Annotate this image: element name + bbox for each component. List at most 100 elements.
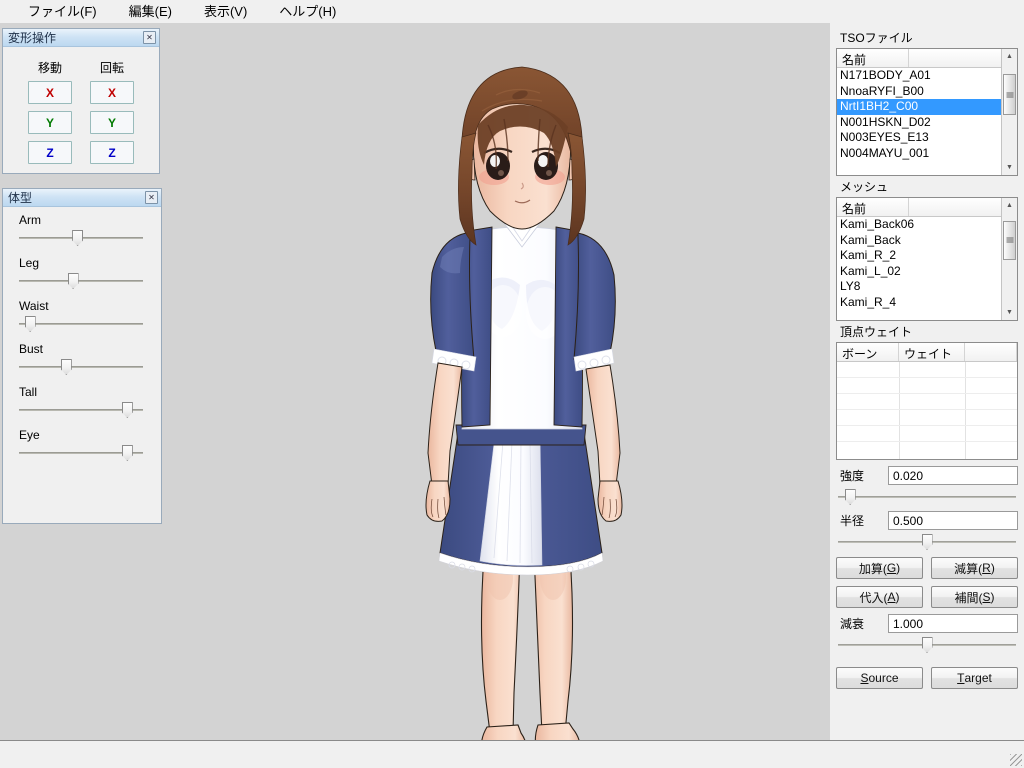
menu-edit[interactable]: 編集(E) bbox=[123, 2, 178, 21]
weight-col-extra bbox=[965, 343, 1017, 361]
body-slider-arm: Arm bbox=[19, 213, 155, 246]
strength-slider[interactable] bbox=[838, 489, 1016, 505]
list-item[interactable]: N003EYES_E13 bbox=[837, 130, 1001, 146]
weight-table-body bbox=[837, 362, 1017, 459]
body-panel-body: Arm Leg Waist Bust Tall Eye bbox=[3, 207, 161, 477]
target-button[interactable]: Target bbox=[931, 667, 1018, 689]
scroll-up-icon[interactable]: ▲ bbox=[1002, 198, 1017, 213]
body-slider-track[interactable] bbox=[19, 230, 143, 246]
tso-col-name: 名前 bbox=[837, 49, 909, 67]
weight-table-header: ボーン ウェイト bbox=[837, 343, 1017, 362]
menu-file[interactable]: ファイル(F) bbox=[22, 2, 103, 21]
slider-thumb[interactable] bbox=[844, 489, 856, 505]
slider-thumb[interactable] bbox=[921, 534, 933, 550]
scrollbar-thumb[interactable] bbox=[1003, 74, 1016, 116]
menu-help[interactable]: ヘルプ(H) bbox=[273, 2, 342, 21]
body-slider-label: Arm bbox=[19, 213, 41, 227]
list-item[interactable]: N171BODY_A01 bbox=[837, 68, 1001, 84]
weight-col-weight: ウェイト bbox=[899, 343, 965, 361]
scroll-up-icon[interactable]: ▲ bbox=[1002, 49, 1017, 64]
body-type-panel: 体型 ✕ Arm Leg Waist Bust Tall Eye bbox=[2, 188, 162, 524]
menu-view[interactable]: 表示(V) bbox=[198, 2, 253, 21]
mesh-list[interactable]: 名前 Kami_Back06 Kami_Back Kami_R_2 Kami_L_02… bbox=[836, 197, 1018, 321]
source-button[interactable]: Source bbox=[836, 667, 923, 689]
list-item[interactable]: Kami_R_4 bbox=[837, 295, 1001, 311]
rotate-y-button[interactable]: Y bbox=[90, 111, 134, 134]
mesh-scrollbar[interactable]: ▲ ▼ bbox=[1001, 198, 1017, 320]
move-header: 移動 bbox=[37, 61, 62, 75]
tso-scrollbar[interactable]: ▲ ▼ bbox=[1001, 49, 1017, 175]
mesh-list-header: 名前 bbox=[837, 198, 1017, 217]
list-item[interactable]: NnoaRYFI_B00 bbox=[837, 84, 1001, 100]
body-slider-track[interactable] bbox=[19, 359, 143, 375]
list-item[interactable]: Kami_R_2 bbox=[837, 248, 1001, 264]
slider-thumb[interactable] bbox=[72, 230, 84, 246]
strength-label: 強度 bbox=[840, 469, 865, 483]
strength-input[interactable]: 0.020 bbox=[888, 466, 1018, 485]
application-window: ファイル(F) 編集(E) 表示(V) ヘルプ(H) 変形操作 ✕ 移動 X Y… bbox=[0, 0, 1024, 768]
source-target-row: Source Target bbox=[836, 667, 1018, 689]
move-x-button[interactable]: X bbox=[28, 81, 72, 104]
assign-button[interactable]: 代入(A) bbox=[836, 586, 923, 608]
list-item[interactable]: NrtI1BH2_C00 bbox=[837, 99, 1001, 115]
list-item[interactable]: N004MAYU_001 bbox=[837, 146, 1001, 162]
interpolate-button[interactable]: 補間(S) bbox=[931, 586, 1018, 608]
slider-thumb[interactable] bbox=[24, 316, 36, 332]
rotate-column: 回転 X Y Z bbox=[90, 59, 134, 171]
decay-input[interactable]: 1.000 bbox=[888, 614, 1018, 633]
radius-label: 半径 bbox=[840, 514, 865, 528]
scroll-down-icon[interactable]: ▼ bbox=[1002, 160, 1017, 175]
decay-row: 減衰 1.000 bbox=[836, 614, 1018, 633]
radius-input[interactable]: 0.500 bbox=[888, 511, 1018, 530]
slider-thumb[interactable] bbox=[60, 359, 72, 375]
list-item[interactable]: LY8 bbox=[837, 279, 1001, 295]
body-slider-track[interactable] bbox=[19, 316, 143, 332]
status-bar bbox=[0, 740, 1024, 768]
resize-grip-icon[interactable] bbox=[1010, 754, 1022, 766]
body-slider-label: Tall bbox=[19, 385, 38, 399]
rotate-x-button[interactable]: X bbox=[90, 81, 134, 104]
close-icon[interactable]: ✕ bbox=[143, 31, 156, 44]
weight-col-bone: ボーン bbox=[837, 343, 899, 361]
slider-thumb[interactable] bbox=[121, 402, 133, 418]
radius-slider[interactable] bbox=[838, 534, 1016, 550]
scroll-down-icon[interactable]: ▼ bbox=[1002, 305, 1017, 320]
list-item[interactable]: Kami_Back06 bbox=[837, 217, 1001, 233]
decay-label: 減衰 bbox=[840, 617, 865, 631]
tso-file-list[interactable]: 名前 N171BODY_A01 NnoaRYFI_B00 NrtI1BH2_C00 N… bbox=[836, 48, 1018, 176]
transform-panel-title: 変形操作 bbox=[8, 31, 57, 45]
body-slider-label: Leg bbox=[19, 256, 40, 270]
body-panel-title: 体型 bbox=[8, 191, 33, 205]
move-z-button[interactable]: Z bbox=[28, 141, 72, 164]
add-button[interactable]: 加算(G) bbox=[836, 557, 923, 579]
slider-thumb[interactable] bbox=[921, 637, 933, 653]
op-buttons-row-2: 代入(A) 補間(S) bbox=[836, 586, 1018, 608]
list-item[interactable]: Kami_Back bbox=[837, 233, 1001, 249]
body-slider-tall: Tall bbox=[19, 385, 155, 418]
move-y-button[interactable]: Y bbox=[28, 111, 72, 134]
vertex-weight-table[interactable]: ボーン ウェイト bbox=[836, 342, 1018, 460]
rotate-header: 回転 bbox=[99, 61, 124, 75]
menu-bar: ファイル(F) 編集(E) 表示(V) ヘルプ(H) bbox=[0, 0, 1024, 23]
body-slider-track[interactable] bbox=[19, 402, 143, 418]
radius-row: 半径 0.500 bbox=[836, 511, 1018, 530]
slider-thumb[interactable] bbox=[121, 445, 133, 461]
character-model bbox=[370, 33, 660, 740]
subtract-button[interactable]: 減算(R) bbox=[931, 557, 1018, 579]
body-slider-track[interactable] bbox=[19, 445, 143, 461]
body-slider-bust: Bust bbox=[19, 342, 155, 375]
decay-slider[interactable] bbox=[838, 637, 1016, 653]
strength-row: 強度 0.020 bbox=[836, 466, 1018, 485]
list-item[interactable]: N001HSKN_D02 bbox=[837, 115, 1001, 131]
op-buttons-row-1: 加算(G) 減算(R) bbox=[836, 557, 1018, 579]
transform-panel-body: 移動 X Y Z 回転 X Y Z bbox=[3, 47, 159, 177]
list-item[interactable]: Kami_L_02 bbox=[837, 264, 1001, 280]
slider-thumb[interactable] bbox=[67, 273, 79, 289]
transform-panel: 変形操作 ✕ 移動 X Y Z 回転 X Y Z bbox=[2, 28, 160, 174]
rotate-z-button[interactable]: Z bbox=[90, 141, 134, 164]
tso-list-header: 名前 bbox=[837, 49, 1017, 68]
scrollbar-thumb[interactable] bbox=[1003, 220, 1016, 261]
right-dock: TSOファイル 名前 N171BODY_A01 NnoaRYFI_B00 NrtI1… bbox=[830, 23, 1024, 740]
close-icon[interactable]: ✕ bbox=[145, 191, 158, 204]
body-slider-track[interactable] bbox=[19, 273, 143, 289]
